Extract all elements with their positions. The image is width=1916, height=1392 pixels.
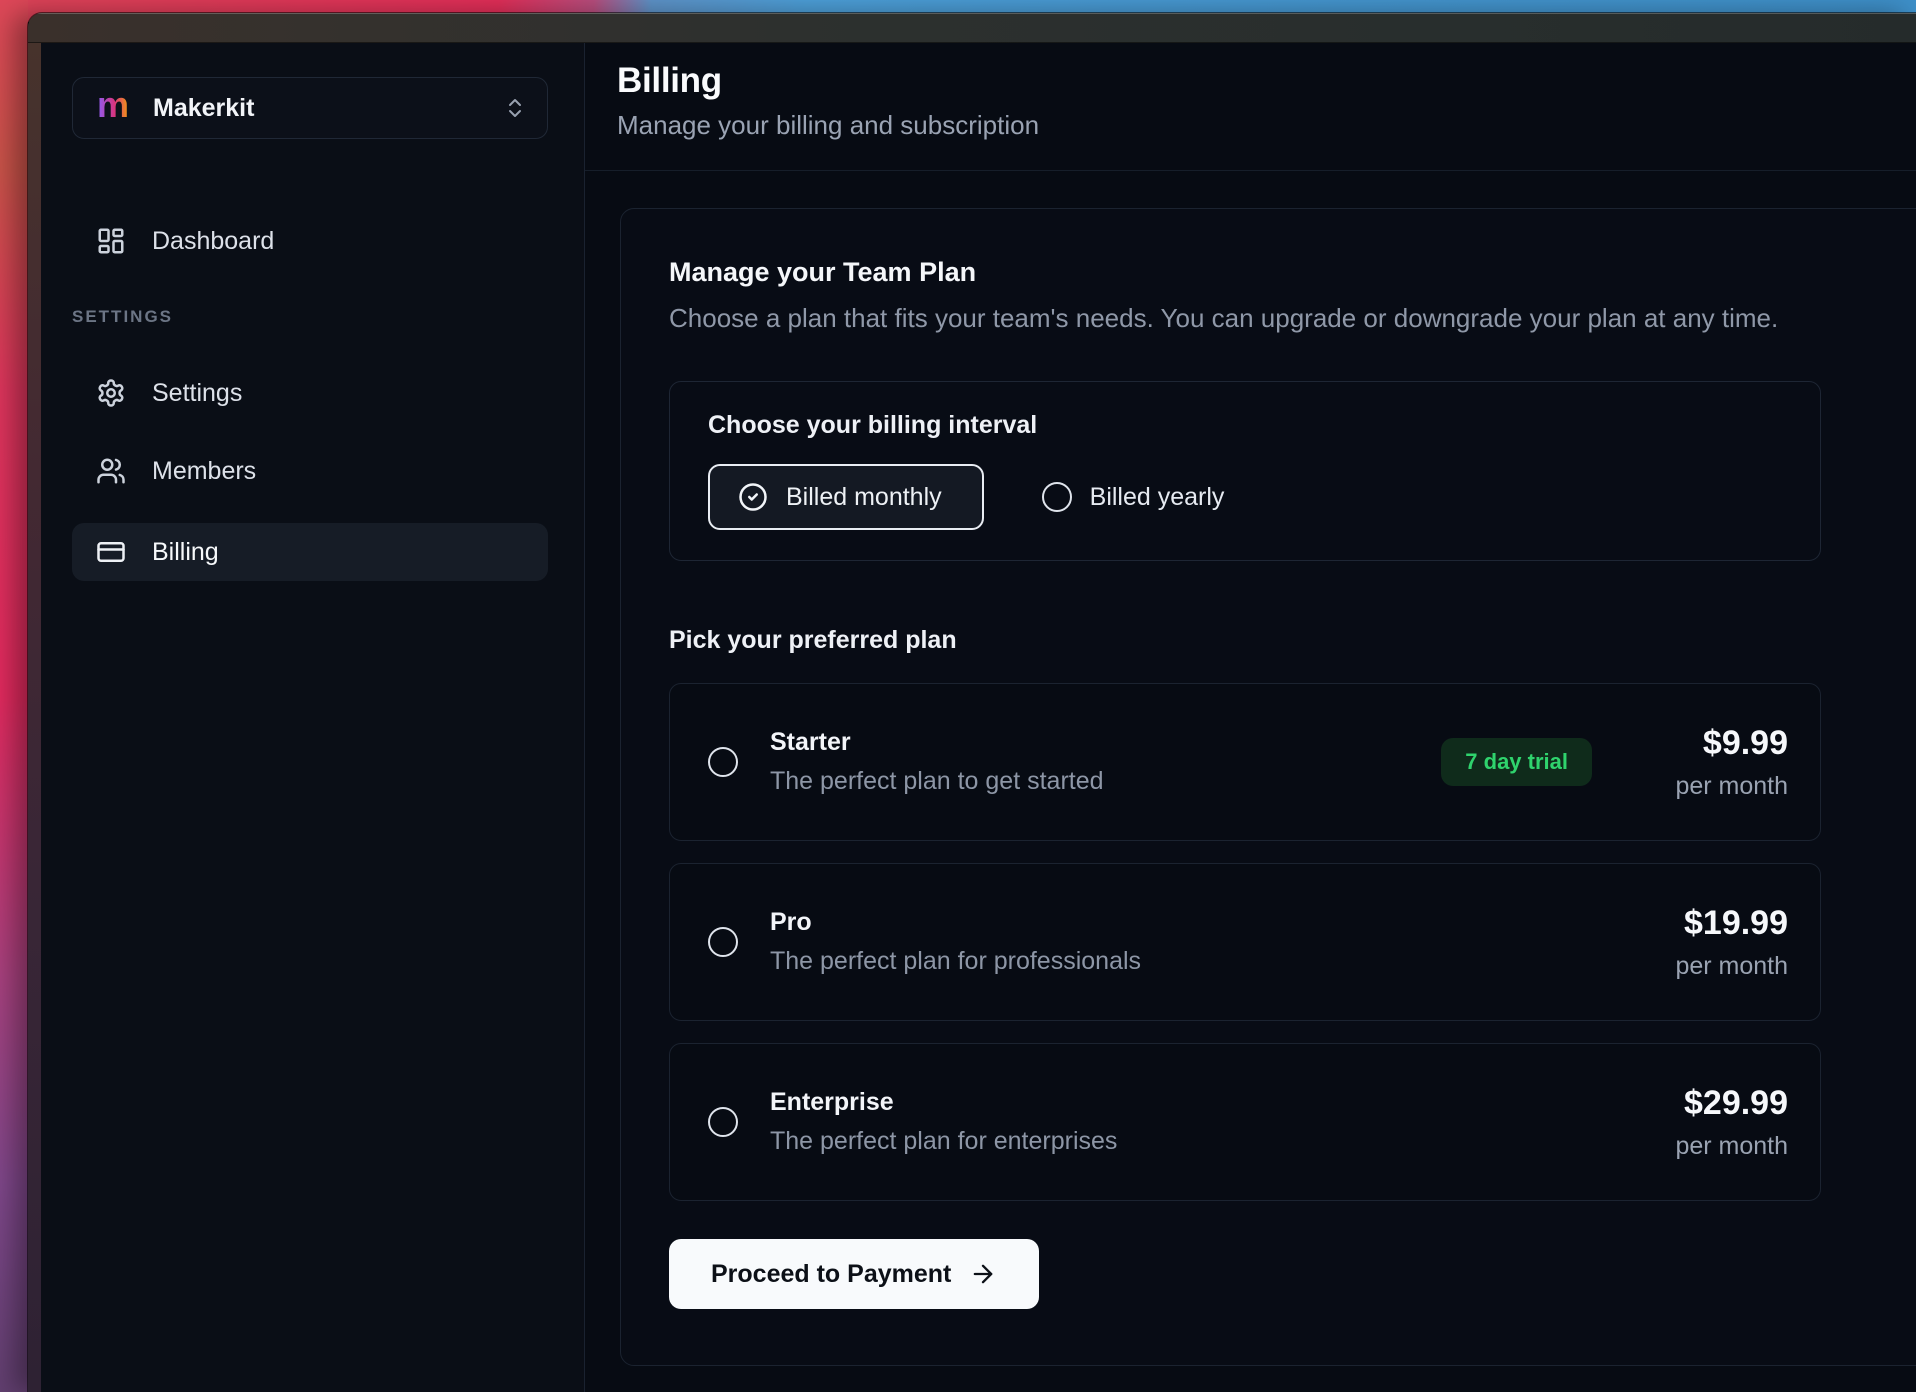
workspace-switcher[interactable]: m Makerkit [72,77,548,139]
app-window: m Makerkit Dashboard SETTINGS [28,13,1916,1392]
plan-name: Starter [770,728,1104,757]
page-title: Billing [617,61,1884,101]
window-left-edge [28,41,41,1392]
interval-option-label: Billed yearly [1090,483,1225,512]
sidebar-item-label: Dashboard [152,227,274,256]
check-circle-icon [738,482,768,512]
plan-description: The perfect plan to get started [770,767,1104,796]
sidebar-item-billing[interactable]: Billing [72,523,548,581]
page-subtitle: Manage your billing and subscription [617,110,1884,141]
plan-info: Enterprise The perfect plan for enterpri… [770,1088,1117,1156]
sidebar-item-members[interactable]: Members [72,445,548,497]
makerkit-logo: m [97,87,129,123]
price-block: $9.99 per month [1648,724,1788,801]
page-content: Manage your Team Plan Choose a plan that… [585,171,1916,1392]
sidebar-section-label: SETTINGS [72,307,548,327]
chevrons-up-down-icon[interactable] [503,96,527,120]
card-title: Manage your Team Plan [669,255,1916,289]
credit-card-icon [96,537,126,567]
main-area: Billing Manage your billing and subscrip… [585,43,1916,1392]
sidebar-nav: Dashboard SETTINGS Settings Members [72,215,548,581]
billing-interval-box: Choose your billing interval Billed mont… [669,381,1821,561]
plan-info: Starter The perfect plan to get started [770,728,1104,796]
layout-dashboard-icon [96,226,126,256]
plan-description: The perfect plan for enterprises [770,1127,1117,1156]
card-subtitle: Choose a plan that fits your team's need… [669,301,1916,335]
window-titlebar[interactable] [28,13,1916,43]
billing-interval-options: Billed monthly Billed yearly [708,464,1780,530]
plan-right: $29.99 per month [1648,1084,1788,1161]
plan-row-pro[interactable]: Pro The perfect plan for professionals $… [669,863,1821,1021]
plans-label: Pick your preferred plan [669,625,1821,655]
interval-option-yearly[interactable]: Billed yearly [1042,482,1225,512]
sidebar-item-label: Billing [152,538,219,567]
plan-right: $19.99 per month [1648,904,1788,981]
app-layout: m Makerkit Dashboard SETTINGS [40,43,1916,1392]
workspace-name: Makerkit [153,94,254,123]
sidebar-item-dashboard[interactable]: Dashboard [72,215,548,267]
screen: m Makerkit Dashboard SETTINGS [0,0,1916,1392]
radio-circle-icon [1042,482,1072,512]
plan-name: Pro [770,908,1141,937]
price-block: $19.99 per month [1648,904,1788,981]
plan-name: Enterprise [770,1088,1117,1117]
plan-price: $19.99 [1684,904,1788,943]
interval-option-label: Billed monthly [786,483,942,512]
plan-period: per month [1675,1132,1788,1161]
team-plan-card: Manage your Team Plan Choose a plan that… [620,208,1916,1366]
sidebar: m Makerkit Dashboard SETTINGS [40,43,585,1392]
interval-option-monthly[interactable]: Billed monthly [708,464,984,530]
plan-price: $29.99 [1684,1084,1788,1123]
billing-interval-label: Choose your billing interval [708,410,1780,440]
plan-description: The perfect plan for professionals [770,947,1141,976]
page-header: Billing Manage your billing and subscrip… [585,43,1916,171]
plan-right: 7 day trial $9.99 per month [1441,724,1788,801]
sidebar-item-settings[interactable]: Settings [72,367,548,419]
plan-period: per month [1675,772,1788,801]
proceed-to-payment-label: Proceed to Payment [711,1260,951,1289]
plan-period: per month [1675,952,1788,981]
radio-circle-icon[interactable] [708,747,738,777]
sidebar-item-label: Settings [152,379,242,408]
plan-row-starter[interactable]: Starter The perfect plan to get started … [669,683,1821,841]
settings-gear-icon [96,378,126,408]
radio-circle-icon[interactable] [708,1107,738,1137]
sidebar-item-label: Members [152,457,256,486]
plan-price: $9.99 [1703,724,1788,763]
plan-row-enterprise[interactable]: Enterprise The perfect plan for enterpri… [669,1043,1821,1201]
users-icon [96,456,126,486]
radio-circle-icon[interactable] [708,927,738,957]
trial-badge: 7 day trial [1441,738,1592,786]
arrow-right-icon [969,1260,997,1288]
card-body: Choose your billing interval Billed mont… [669,381,1821,1309]
proceed-to-payment-button[interactable]: Proceed to Payment [669,1239,1039,1309]
price-block: $29.99 per month [1648,1084,1788,1161]
desktop-wallpaper-left [0,0,28,1392]
plan-info: Pro The perfect plan for professionals [770,908,1141,976]
